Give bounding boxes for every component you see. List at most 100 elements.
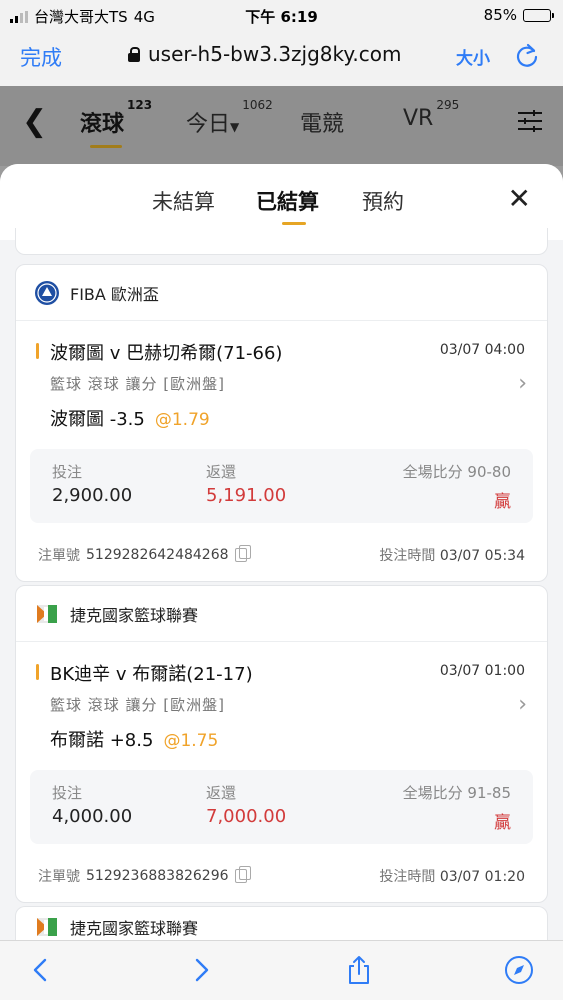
bet-pick: 波爾圖 -3.5 @1.79 bbox=[50, 405, 210, 431]
browser-bar: 完成 user-h5-bw3.3zjg8ky.com 大小 bbox=[0, 32, 563, 86]
accent-bar bbox=[36, 664, 39, 680]
tab-count: 295 bbox=[436, 98, 460, 112]
league-header: FIBA 歐洲盃 bbox=[16, 265, 547, 321]
bet-summary: 投注 返還 全場比分 90-80 2,900.00 5,191.00 贏 bbox=[30, 449, 533, 523]
clock: 下午 6:19 bbox=[245, 8, 318, 26]
league-name: 捷克國家籃球聯賽 bbox=[70, 918, 199, 938]
league-header: 捷克國家籃球聯賽 bbox=[16, 586, 547, 642]
stake-value: 4,000.00 bbox=[52, 806, 133, 827]
bet-summary: 投注 返還 全場比分 91-85 4,000.00 7,000.00 贏 bbox=[30, 770, 533, 844]
bet-type: 籃球 滾球 讓分 [歐洲盤] bbox=[50, 375, 226, 393]
pick-label: 波爾圖 -3.5 bbox=[50, 409, 145, 430]
order-label: 注單號 bbox=[38, 548, 80, 564]
placed-time: 投注時間 03/07 01:20 bbox=[379, 866, 525, 886]
tab-label: 滾球 bbox=[80, 112, 125, 137]
score-label-text: 全場比分 bbox=[402, 784, 463, 802]
score-value: 90-80 bbox=[467, 463, 511, 481]
bet-card-partial: 捷克國家籃球聯賽 bbox=[15, 906, 548, 940]
placed-time: 投注時間 03/07 05:34 bbox=[379, 545, 525, 565]
result-badge: 贏 bbox=[494, 492, 511, 512]
return-label: 返還 bbox=[206, 784, 237, 802]
match-name: 波爾圖 v 巴赫切希爾(71-66) bbox=[50, 343, 283, 364]
league-name: 捷克國家籃球聯賽 bbox=[70, 605, 199, 625]
close-icon[interactable]: ✕ bbox=[508, 182, 531, 215]
done-button[interactable]: 完成 bbox=[20, 42, 62, 72]
return-value: 7,000.00 bbox=[206, 806, 287, 827]
match-time: 03/07 01:00 bbox=[439, 663, 525, 679]
app-nav: ❮ 滾球123 今日▼1062 電競 VR295 bbox=[0, 86, 563, 166]
text-size-button[interactable]: 大小 bbox=[456, 44, 490, 69]
order-value: 5129236883826296 bbox=[86, 868, 229, 884]
previous-card-edge bbox=[15, 228, 548, 255]
status-bar: 台灣大哥大TS 4G 下午 6:19 85% bbox=[0, 0, 563, 32]
bet-pick: 布爾諾 +8.5 @1.75 bbox=[50, 726, 218, 752]
back-icon[interactable]: ❮ bbox=[22, 104, 47, 139]
fiba-logo-icon bbox=[35, 280, 59, 305]
url-bar[interactable]: user-h5-bw3.3zjg8ky.com bbox=[128, 42, 401, 66]
stake-value: 2,900.00 bbox=[52, 485, 133, 506]
bet-card: FIBA 歐洲盃 波爾圖 v 巴赫切希爾(71-66) 03/07 04:00 … bbox=[15, 264, 548, 582]
lock-icon bbox=[128, 47, 140, 62]
caret-down-icon: ▼ bbox=[230, 120, 240, 134]
placed-value: 03/07 05:34 bbox=[439, 548, 525, 564]
match-time: 03/07 04:00 bbox=[439, 342, 525, 358]
tab-settled[interactable]: 已結算 bbox=[256, 186, 319, 225]
bets-sheet: 未結算 已結算 預約 ✕ FIBA 歐洲盃 波爾圖 v 巴赫切希爾(71-66)… bbox=[0, 164, 563, 940]
score-label-text: 全場比分 bbox=[402, 463, 463, 481]
order-number: 注單號 5129282642484268 bbox=[38, 545, 251, 565]
tab-label: 今日 bbox=[186, 112, 231, 137]
compass-icon[interactable] bbox=[504, 955, 534, 985]
czech-flag-icon bbox=[37, 604, 57, 623]
copy-icon[interactable] bbox=[234, 866, 251, 883]
tab-count: 1062 bbox=[242, 98, 273, 112]
odds: @1.75 bbox=[163, 731, 219, 751]
return-value: 5,191.00 bbox=[206, 485, 287, 506]
battery-icon bbox=[523, 8, 554, 22]
tab-count: 123 bbox=[127, 98, 153, 112]
return-label: 返還 bbox=[206, 463, 237, 481]
result-badge: 贏 bbox=[494, 813, 511, 833]
match-info[interactable]: 波爾圖 v 巴赫切希爾(71-66) 03/07 04:00 籃球 滾球 讓分 … bbox=[16, 321, 547, 433]
bet-card: 捷克國家籃球聯賽 BK迪辛 v 布爾諾(21-17) 03/07 01:00 籃… bbox=[15, 585, 548, 903]
bet-footer: 注單號 5129282642484268 投注時間 03/07 05:34 bbox=[16, 523, 547, 581]
odds: @1.79 bbox=[154, 410, 210, 430]
accent-bar bbox=[36, 343, 39, 359]
score-value: 91-85 bbox=[467, 784, 511, 802]
score-label: 全場比分 91-85 bbox=[403, 782, 511, 803]
placed-value: 03/07 01:20 bbox=[439, 869, 525, 885]
filter-icon[interactable] bbox=[517, 110, 543, 132]
tab-esports[interactable]: 電競 bbox=[300, 106, 344, 138]
stake-label: 投注 bbox=[52, 463, 83, 481]
battery-percent: 85% bbox=[483, 6, 517, 24]
copy-icon[interactable] bbox=[234, 545, 251, 562]
score-label: 全場比分 90-80 bbox=[403, 461, 511, 482]
forward-arrow-icon[interactable] bbox=[186, 955, 216, 985]
tab-vr[interactable]: VR295 bbox=[403, 98, 459, 131]
league-name: FIBA 歐洲盃 bbox=[70, 284, 159, 304]
match-name: BK迪辛 v 布爾諾(21-17) bbox=[50, 664, 253, 685]
tab-live[interactable]: 滾球123 bbox=[80, 98, 152, 148]
order-label: 注單號 bbox=[38, 869, 80, 885]
pick-label: 布爾諾 +8.5 bbox=[50, 730, 154, 751]
bet-type: 籃球 滾球 讓分 [歐洲盤] bbox=[50, 696, 226, 714]
reload-icon[interactable] bbox=[513, 41, 541, 69]
tab-today[interactable]: 今日▼1062 bbox=[186, 98, 273, 138]
order-value: 5129282642484268 bbox=[86, 547, 229, 563]
czech-flag-icon bbox=[37, 917, 57, 936]
placed-label: 投注時間 bbox=[379, 548, 436, 564]
chevron-right-icon[interactable]: › bbox=[518, 692, 527, 717]
match-info[interactable]: BK迪辛 v 布爾諾(21-17) 03/07 01:00 籃球 滾球 讓分 [… bbox=[16, 642, 547, 754]
placed-label: 投注時間 bbox=[379, 869, 436, 885]
stake-label: 投注 bbox=[52, 784, 83, 802]
tab-unsettled[interactable]: 未結算 bbox=[152, 186, 215, 216]
order-number: 注單號 5129236883826296 bbox=[38, 866, 251, 886]
tab-reserved[interactable]: 預約 bbox=[362, 186, 404, 216]
back-arrow-icon[interactable] bbox=[26, 955, 56, 985]
tab-label: VR bbox=[403, 106, 434, 131]
tab-label: 電競 bbox=[300, 112, 345, 137]
bet-footer: 注單號 5129236883826296 投注時間 03/07 01:20 bbox=[16, 844, 547, 902]
browser-toolbar bbox=[0, 940, 563, 1000]
chevron-right-icon[interactable]: › bbox=[518, 371, 527, 396]
share-icon[interactable] bbox=[344, 955, 374, 985]
url-text: user-h5-bw3.3zjg8ky.com bbox=[148, 42, 402, 66]
